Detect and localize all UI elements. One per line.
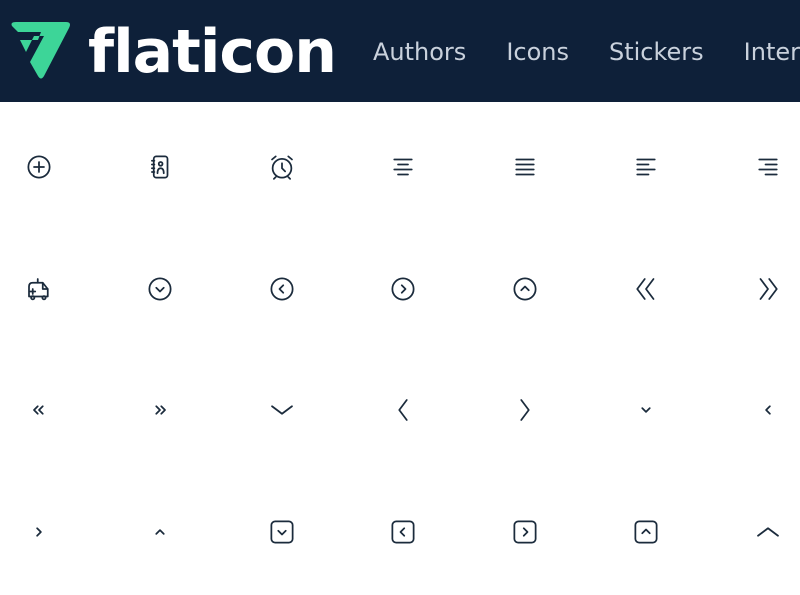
- angle-square-up-icon[interactable]: [631, 517, 661, 547]
- angle-double-right-icon[interactable]: [753, 274, 783, 304]
- angle-left-icon[interactable]: [388, 395, 418, 425]
- angle-small-right-icon[interactable]: [24, 517, 54, 547]
- align-justify-icon[interactable]: [510, 152, 540, 182]
- angle-small-down-icon[interactable]: [631, 395, 661, 425]
- nav-stickers[interactable]: Stickers: [609, 36, 704, 68]
- nav-interfaces[interactable]: Interfaces: [744, 36, 800, 68]
- align-center-icon[interactable]: [388, 152, 418, 182]
- angle-down-icon[interactable]: [267, 395, 297, 425]
- ambulance-icon[interactable]: [24, 274, 54, 304]
- top-navbar: flaticon Authors Icons Stickers Interfac…: [0, 0, 800, 102]
- angle-square-down-icon[interactable]: [267, 517, 297, 547]
- align-right-icon[interactable]: [753, 152, 783, 182]
- nav-icons[interactable]: Icons: [506, 36, 569, 68]
- angle-small-up-icon[interactable]: [145, 517, 175, 547]
- flaticon-logo-icon[interactable]: [8, 20, 74, 82]
- main-nav: Authors Icons Stickers Interfaces: [373, 36, 800, 68]
- angle-small-left-icon[interactable]: [753, 395, 783, 425]
- align-left-icon[interactable]: [631, 152, 661, 182]
- angle-circle-right-icon[interactable]: [388, 274, 418, 304]
- angle-circle-up-icon[interactable]: [510, 274, 540, 304]
- angle-double-left-icon[interactable]: [631, 274, 661, 304]
- angle-right-icon[interactable]: [510, 395, 540, 425]
- angle-up-icon[interactable]: [753, 517, 783, 547]
- angle-square-left-icon[interactable]: [388, 517, 418, 547]
- angle-square-right-icon[interactable]: [510, 517, 540, 547]
- alarm-clock-icon[interactable]: [267, 152, 297, 182]
- nav-authors[interactable]: Authors: [373, 36, 466, 68]
- add-circle-icon[interactable]: [24, 152, 54, 182]
- angle-circle-left-icon[interactable]: [267, 274, 297, 304]
- angle-double-small-right-icon[interactable]: [145, 395, 175, 425]
- icon-grid: [0, 102, 800, 595]
- angle-circle-down-icon[interactable]: [145, 274, 175, 304]
- angle-double-small-left-icon[interactable]: [24, 395, 54, 425]
- address-book-icon[interactable]: [145, 152, 175, 182]
- brand-name[interactable]: flaticon: [88, 12, 337, 92]
